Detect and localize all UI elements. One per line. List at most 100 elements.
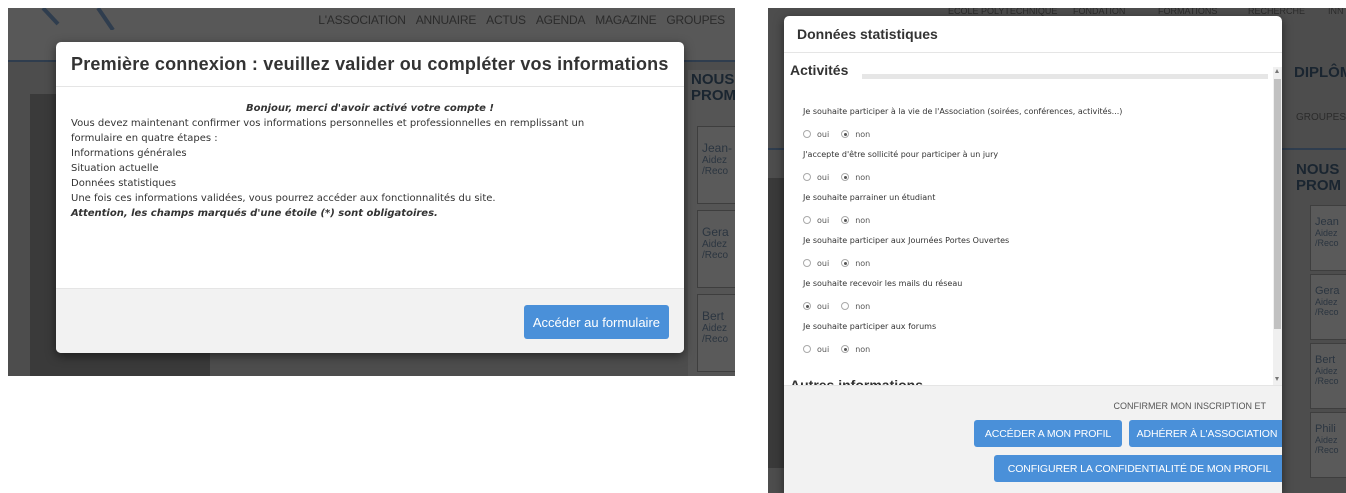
step-statistics: Données statistiques [71,178,177,189]
modal-footer: CONFIRMER MON INSCRIPTION ET ACCÉDER A M… [784,385,1282,493]
nav-item-groupes[interactable]: GROUPES [1296,112,1346,123]
scroll-down-icon[interactable] [1275,377,1279,381]
modal-header: Données statistiques [784,16,1282,53]
promo-card[interactable]: Jean Aidez /Reco [1310,205,1346,271]
promo-card-subtitle: Aidez /Reco [702,323,729,345]
radio-non[interactable] [841,173,850,181]
promo-card-subtitle: Aidez /Reco [702,239,729,261]
question-association-life: Je souhaite participer à la vie de l'Ass… [803,107,1123,116]
radio-non[interactable] [841,259,850,267]
radio-group-network-mails: oui non [803,300,882,312]
promo-card-subtitle: Aidez /Reco [1315,366,1339,386]
radio-group-open-days: oui non [803,257,882,269]
promo-card[interactable]: Bert Aidez /Reco [1310,343,1346,409]
radio-oui[interactable] [803,173,811,181]
promo-card-subtitle: Aidez /Reco [1315,297,1339,317]
main-nav: L'ASSOCIATION ANNUAIRE ACTUS AGENDA MAGA… [308,13,725,27]
radio-oui[interactable] [803,259,811,267]
join-association-button[interactable]: ADHÉRER À L'ASSOCIATION [1129,420,1282,447]
promo-card[interactable]: Gera Aidez /Reco [697,210,735,288]
radio-label-oui: oui [817,129,830,139]
modal-title: Données statistiques [797,26,938,42]
radio-label-oui: oui [817,258,830,268]
promo-card[interactable]: Gera Aidez /Reco [1310,274,1346,340]
step-current-situation: Situation actuelle [71,163,159,174]
radio-label-non: non [855,344,871,354]
statistics-screen: ÉCOLE POLYTECHNIQUE FONDATION FORMATIONS… [768,8,1346,493]
nav-item-actus[interactable]: ACTUS [486,13,526,27]
radio-non[interactable] [841,216,850,224]
radio-group-mentoring: oui non [803,214,882,226]
nav-item-ecole[interactable]: ÉCOLE POLYTECHNIQUE [948,8,1057,16]
radio-label-oui: oui [817,172,830,182]
promo-card[interactable]: Phili Aidez /Reco [1310,412,1346,478]
radio-label-non: non [855,129,871,139]
radio-group-jury: oui non [803,171,882,183]
section-header: Activités [790,53,1272,83]
radio-label-non: non [855,301,871,311]
diploma-heading: DIPLÔM [1294,64,1346,81]
scroll-up-icon[interactable] [1275,69,1279,73]
step-general-info: Informations générales [71,148,187,159]
radio-label-non: non [855,258,871,268]
promo-card-subtitle: Aidez /Reco [702,155,729,177]
modal-title: Première connexion : veuillez valider ou… [71,54,669,74]
promo-card-name: Gera [702,225,729,239]
radio-non[interactable] [841,345,850,353]
nav-item-magazine[interactable]: MAGAZINE [595,13,656,27]
required-fields-warning: Attention, les champs marqués d'une étoi… [71,208,438,219]
modal-scrollbar[interactable] [1273,67,1282,385]
promo-card-name: Phili [1315,423,1336,435]
nav-item-association[interactable]: L'ASSOCIATION [318,13,406,27]
modal-header: Première connexion : veuillez valider ou… [56,42,684,87]
radio-non[interactable] [841,302,850,310]
promo-card-subtitle: Aidez /Reco [1315,435,1339,455]
promo-card[interactable]: Jean- Aidez /Reco [697,126,735,204]
first-login-modal: Première connexion : veuillez valider ou… [56,42,684,353]
section-title-activites: Activités [790,62,849,78]
radio-label-oui: oui [817,215,830,225]
access-form-button[interactable]: Accéder au formulaire [523,305,669,339]
question-open-days: Je souhaite participer aux Journées Port… [803,236,1010,245]
scrollbar-thumb[interactable] [1274,79,1281,329]
section-title-autres-informations: Autres informations [790,377,924,385]
nav-item-groupes[interactable]: GROUPES [666,13,725,27]
nav-item-inn[interactable]: INN [1328,8,1344,16]
radio-label-non: non [855,215,871,225]
radio-oui[interactable] [803,345,811,353]
access-profile-button[interactable]: ACCÉDER A MON PROFIL [974,420,1122,447]
nav-item-annuaire[interactable]: ANNUAIRE [416,13,477,27]
radio-oui[interactable] [803,302,811,310]
instruction-line: Une fois ces informations validées, vous… [71,193,496,204]
modal-scroll-area[interactable]: Activités Je souhaite participer à la vi… [784,53,1282,385]
radio-label-oui: oui [817,301,830,311]
radio-label-oui: oui [817,344,830,354]
promo-sidebar-title: NOUS PROM [691,71,735,104]
radio-oui[interactable] [803,130,811,138]
promo-card-name: Bert [702,309,725,323]
nav-item-agenda[interactable]: AGENDA [536,13,586,27]
promo-card-name: Jean [1315,216,1339,228]
promo-card-name: Jean- [702,141,733,155]
radio-oui[interactable] [803,216,811,224]
statistics-modal: Données statistiques Activités Je souhai… [784,16,1282,493]
promo-card[interactable]: Bert Aidez /Reco [697,294,735,372]
radio-group-association-life: oui non [803,128,882,140]
question-mentoring: Je souhaite parrainer un étudiant [803,193,936,202]
nav-item-formations[interactable]: FORMATIONS [1158,8,1217,16]
instruction-line: Vous devez maintenant confirmer vos info… [71,118,585,129]
modal-body: Bonjour, merci d'avoir activé votre comp… [56,87,684,221]
radio-non[interactable] [841,130,850,138]
nav-item-fondation[interactable]: FONDATION [1073,8,1125,16]
question-forums: Je souhaite participer aux forums [803,322,937,331]
modal-footer: Accéder au formulaire [56,288,684,353]
question-jury: J'accepte d'être sollicité pour particip… [803,150,999,159]
radio-label-non: non [855,172,871,182]
welcome-message: Bonjour, merci d'avoir activé votre comp… [246,103,494,114]
configure-privacy-button[interactable]: CONFIGURER LA CONFIDENTIALITÉ DE MON PRO… [994,455,1282,482]
activities-form: Activités Je souhaite participer à la vi… [790,53,1272,385]
question-network-mails: Je souhaite recevoir les mails du réseau [803,279,963,288]
nav-item-recherche[interactable]: RECHERCHE [1248,8,1305,16]
promo-card-name: Gera [1315,285,1340,297]
radio-group-forums: oui non [803,343,882,355]
